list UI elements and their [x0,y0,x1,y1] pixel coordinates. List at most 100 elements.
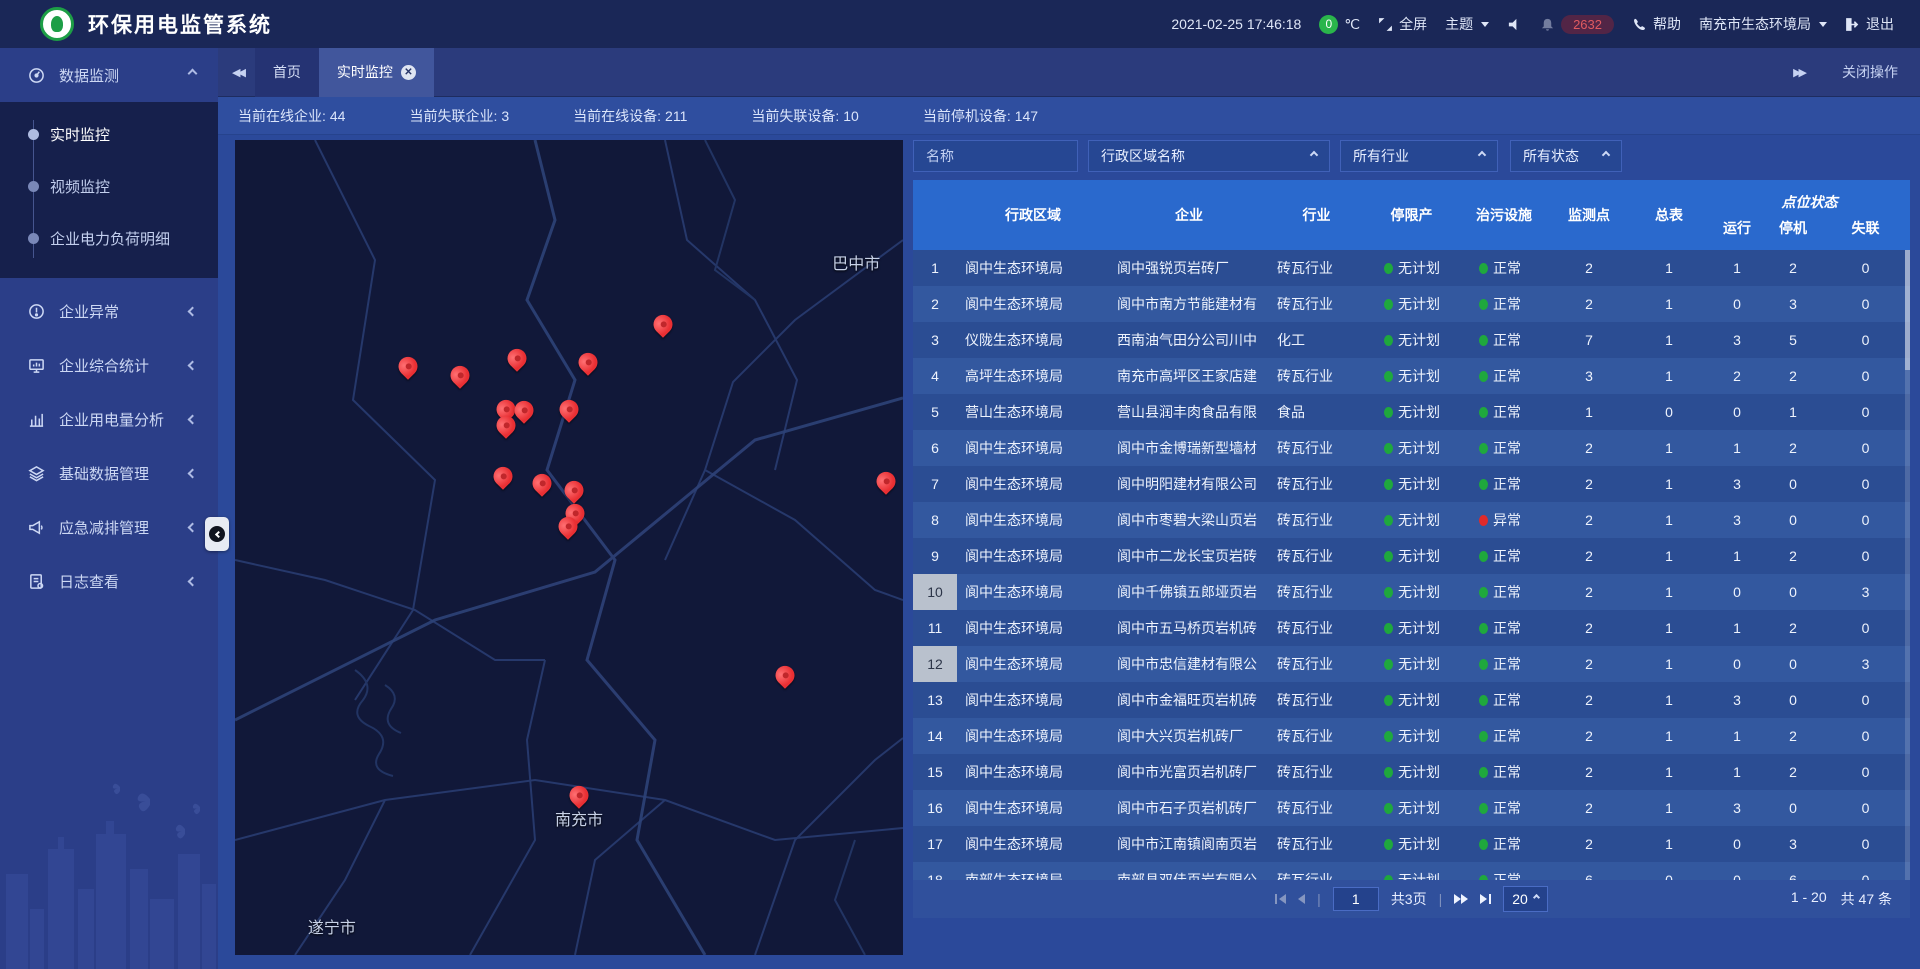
caret-down-icon [1819,22,1827,27]
cell-offline-count: 0 [1821,826,1910,862]
table-row[interactable]: 5营山生态环境局营山县润丰肉食品有限食品无计划正常10010 [913,394,1910,430]
cell-stopped-count: 0 [1765,682,1821,718]
cell-stopped-count: 0 [1765,574,1821,610]
status-dot-green [1384,551,1393,562]
cell-industry: 砖瓦行业 [1269,538,1364,574]
sidebar-item-enterprise-statistics[interactable]: 企业综合统计 [0,338,218,392]
sidebar-collapse-button[interactable] [205,517,229,551]
speaker-icon[interactable] [1507,17,1522,32]
table-scrollbar[interactable] [1905,250,1910,880]
close-operations-button[interactable]: 关闭操作 [1842,62,1898,82]
cell-region: 阆中生态环境局 [957,790,1109,826]
cell-treatment-status: 异常 [1459,502,1549,538]
table-row[interactable]: 13阆中生态环境局阆中市金福旺页岩机砖砖瓦行业无计划正常21300 [913,682,1910,718]
filter-bar: 行政区域名称 所有行业 所有状态 [913,140,1910,172]
cell-industry: 食品 [1269,394,1364,430]
cell-running-count: 1 [1709,250,1765,286]
next-page-button[interactable] [1454,894,1468,904]
cell-treatment-status: 正常 [1459,610,1549,646]
sidebar-item-enterprise-abnormal[interactable]: 企业异常 [0,284,218,338]
fullscreen-button[interactable]: 全屏 [1378,14,1427,34]
cell-row-number: 11 [913,610,957,646]
prev-page-button[interactable] [1298,894,1305,904]
region-filter-select[interactable]: 行政区域名称 [1088,140,1330,172]
cell-region: 高坪生态环境局 [957,358,1109,394]
table-row[interactable]: 12阆中生态环境局阆中市忠信建材有限公砖瓦行业无计划正常21003 [913,646,1910,682]
table-row[interactable]: 9阆中生态环境局阆中市二龙长宝页岩砖砖瓦行业无计划正常21120 [913,538,1910,574]
table-row[interactable]: 15阆中生态环境局阆中市光富页岩机砖厂砖瓦行业无计划正常21120 [913,754,1910,790]
cell-treatment-status: 正常 [1459,718,1549,754]
cell-running-count: 0 [1709,286,1765,322]
cell-running-count: 0 [1709,394,1765,430]
cell-monitor-points: 2 [1549,646,1629,682]
tabs-scroll-left-button[interactable]: ◀◀ [232,66,243,79]
cell-row-number: 3 [913,322,957,358]
sidebar-item-video-monitoring[interactable]: 视频监控 [0,160,218,212]
last-page-button[interactable] [1480,894,1491,904]
cell-region: 阆中生态环境局 [957,502,1109,538]
map-panel[interactable]: 巴中市南充市遂宁市 [235,140,903,955]
cell-region: 营山生态环境局 [957,394,1109,430]
sidebar-item-emission-reduction[interactable]: 应急减排管理 [0,500,218,554]
cell-enterprise: 阆中市忠信建材有限公 [1109,646,1269,682]
table-row[interactable]: 14阆中生态环境局阆中大兴页岩机砖厂砖瓦行业无计划正常21120 [913,718,1910,754]
table-row[interactable]: 6阆中生态环境局阆中市金博瑞新型墙材砖瓦行业无计划正常21120 [913,430,1910,466]
table-row[interactable]: 18南部生态环境局南部县双佳页岩有限公砖瓦行业无计划正常60060 [913,862,1910,880]
tab-home[interactable]: 首页 [255,48,319,97]
table-row[interactable]: 8阆中生态环境局阆中市枣碧大梁山页岩砖瓦行业无计划异常21300 [913,502,1910,538]
sidebar-item-power-load-detail[interactable]: 企业电力负荷明细 [0,212,218,264]
first-page-button[interactable] [1275,894,1286,904]
table-row[interactable]: 4高坪生态环境局南充市高坪区王家店建砖瓦行业无计划正常31220 [913,358,1910,394]
cell-meter-count: 1 [1629,610,1709,646]
stat-offline-devices: 当前失联设备:10 [751,106,858,126]
cell-enterprise: 阆中市江南镇阆南页岩 [1109,826,1269,862]
tab-realtime-monitoring[interactable]: 实时监控 ✕ [319,48,434,97]
status-dot-green [1384,731,1393,742]
status-filter-select[interactable]: 所有状态 [1510,140,1622,172]
table-row[interactable]: 17阆中生态环境局阆中市江南镇阆南页岩砖瓦行业无计划正常21030 [913,826,1910,862]
table-row[interactable]: 7阆中生态环境局阆中明阳建材有限公司砖瓦行业无计划正常21300 [913,466,1910,502]
page-number-input[interactable] [1333,887,1379,911]
org-menu-button[interactable]: 南充市生态环境局 [1699,14,1827,34]
sidebar-item-data-monitoring[interactable]: 数据监测 [0,48,218,102]
theme-menu-button[interactable]: 主题 [1445,14,1489,34]
tab-close-icon[interactable]: ✕ [401,65,416,80]
temperature-badge: 0 [1319,15,1338,34]
sidebar-item-log-view[interactable]: 日志查看 [0,554,218,608]
table-row[interactable]: 3仪陇生态环境局西南油气田分公司川中化工无计划正常71350 [913,322,1910,358]
notification-count-badge: 2632 [1561,15,1614,34]
cell-enterprise: 阆中市金福旺页岩机砖 [1109,682,1269,718]
cell-offline-count: 0 [1821,682,1910,718]
table-row[interactable]: 1阆中生态环境局阆中强锐页岩砖厂砖瓦行业无计划正常21120 [913,250,1910,286]
table-row[interactable]: 10阆中生态环境局阆中千佛镇五郎垭页岩砖瓦行业无计划正常21003 [913,574,1910,610]
cell-industry: 砖瓦行业 [1269,862,1364,880]
logout-button[interactable]: 退出 [1845,14,1894,34]
notification-button[interactable]: 2632 [1540,15,1614,34]
sidebar-submenu: 实时监控 视频监控 企业电力负荷明细 [0,102,218,278]
cell-monitor-points: 2 [1549,718,1629,754]
industry-filter-select[interactable]: 所有行业 [1340,140,1498,172]
cell-enterprise: 营山县润丰肉食品有限 [1109,394,1269,430]
cell-offline-count: 0 [1821,790,1910,826]
cell-stopped-count: 0 [1765,646,1821,682]
table-row[interactable]: 11阆中生态环境局阆中市五马桥页岩机砖砖瓦行业无计划正常21120 [913,610,1910,646]
sidebar-item-realtime-monitoring[interactable]: 实时监控 [0,108,218,160]
cell-meter-count: 0 [1629,862,1709,880]
cell-stopped-count: 2 [1765,610,1821,646]
help-button[interactable]: 帮助 [1632,14,1681,34]
sidebar-item-power-analysis[interactable]: 企业用电量分析 [0,392,218,446]
tabs-scroll-right-button[interactable]: ▶▶ [1793,66,1804,79]
name-filter-input[interactable] [926,148,1065,164]
stat-online-devices: 当前在线设备:211 [573,106,687,126]
cell-enterprise: 阆中市五马桥页岩机砖 [1109,610,1269,646]
table-row[interactable]: 2阆中生态环境局阆中市南方节能建材有砖瓦行业无计划正常21030 [913,286,1910,322]
total-pages-label: 共3页 [1391,889,1427,909]
status-dot-green [1384,839,1393,850]
status-dot-green [1479,263,1488,274]
table-row[interactable]: 16阆中生态环境局阆中市石子页岩机砖厂砖瓦行业无计划正常21300 [913,790,1910,826]
page-size-select[interactable]: 20 [1503,886,1548,912]
layers-icon [28,465,45,482]
cell-row-number: 8 [913,502,957,538]
cell-running-count: 1 [1709,538,1765,574]
sidebar-item-base-data[interactable]: 基础数据管理 [0,446,218,500]
